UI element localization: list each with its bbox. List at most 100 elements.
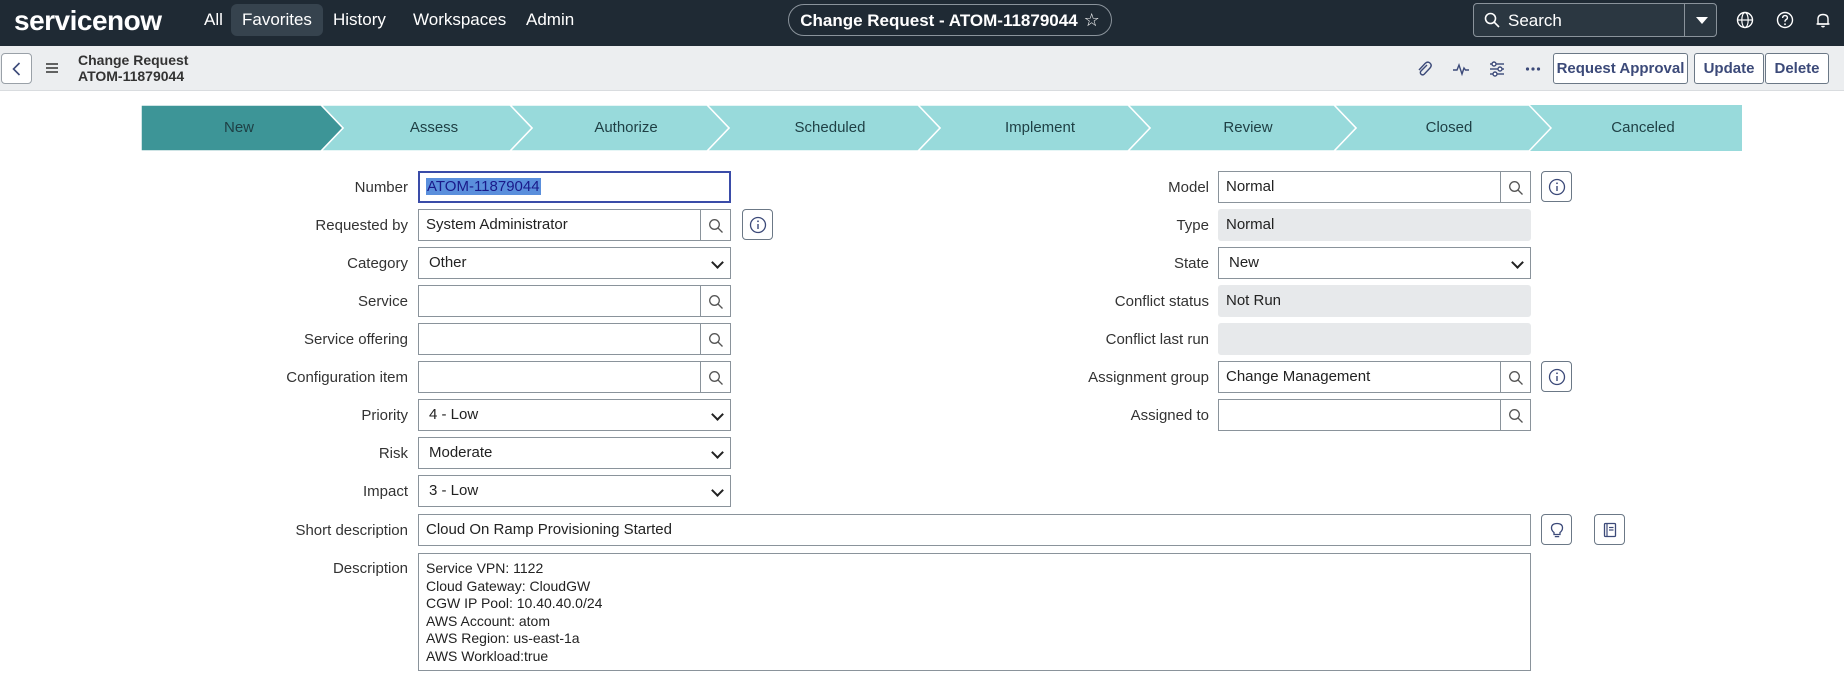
hamburger-menu-icon[interactable] <box>44 61 60 75</box>
search-icon <box>709 333 723 347</box>
configuration-item-field[interactable] <box>418 361 701 393</box>
model-lookup-button[interactable] <box>1500 171 1531 203</box>
assignment-group-lookup-button[interactable] <box>1500 361 1531 393</box>
description-line: Cloud Gateway: CloudGW <box>426 577 591 594</box>
more-icon[interactable] <box>1523 59 1543 79</box>
nav-admin[interactable]: Admin <box>515 4 585 36</box>
assignment-group-label: Assignment group <box>1088 369 1209 386</box>
impact-select[interactable]: 3 - Low <box>418 475 731 507</box>
configuration-item-lookup-button[interactable] <box>700 361 731 393</box>
process-flow: New Assess Authorize Scheduled Implement… <box>141 105 1742 151</box>
global-search[interactable]: Search <box>1473 3 1717 37</box>
nav-workspaces[interactable]: Workspaces <box>402 4 517 36</box>
stage-review[interactable]: Review <box>1145 105 1351 151</box>
form-header: Change Request ATOM-11879044 Request App… <box>0 46 1844 91</box>
search-icon <box>1509 371 1523 385</box>
requested-by-info-button[interactable] <box>742 209 773 240</box>
state-label: State <box>1173 255 1209 272</box>
requested-by-field[interactable]: System Administrator <box>418 209 701 241</box>
search-icon <box>1509 181 1523 195</box>
book-icon <box>1603 522 1617 538</box>
requested-by-label: Requested by <box>315 217 408 234</box>
assignment-group-info-button[interactable] <box>1541 361 1572 392</box>
description-line: Service VPN: 1122 <box>426 560 544 576</box>
search-input[interactable]: Search <box>1508 4 1562 38</box>
servicenow-logo[interactable]: servicenow <box>14 6 162 36</box>
type-field: Normal <box>1218 209 1531 241</box>
assigned-to-field[interactable] <box>1218 399 1501 431</box>
record-title-text: Change Request - ATOM-11879044 <box>800 11 1078 30</box>
conflict-last-run-field <box>1218 323 1531 355</box>
update-button[interactable]: Update <box>1694 53 1764 84</box>
description-label: Description <box>332 560 408 577</box>
description-line: AWS Region: us-east-1a <box>426 630 580 646</box>
globe-icon[interactable] <box>1735 10 1755 30</box>
nav-history[interactable]: History <box>322 4 397 36</box>
stage-canceled[interactable]: Canceled <box>1545 105 1741 151</box>
activity-icon[interactable] <box>1451 59 1471 79</box>
category-label: Category <box>347 255 408 272</box>
service-label: Service <box>357 293 408 310</box>
priority-label: Priority <box>361 407 408 424</box>
info-icon <box>1548 368 1566 386</box>
conflict-status-field: Not Run <box>1218 285 1531 317</box>
priority-select[interactable]: 4 - Low <box>418 399 731 431</box>
service-lookup-button[interactable] <box>700 285 731 317</box>
stage-implement[interactable]: Implement <box>934 105 1146 151</box>
request-approval-button[interactable]: Request Approval <box>1553 53 1688 84</box>
risk-select[interactable]: Moderate <box>418 437 731 469</box>
number-field[interactable]: ATOM-11879044 <box>418 171 731 203</box>
description-textarea[interactable]: Service VPN: 1122 Cloud Gateway: CloudGW… <box>418 553 1531 671</box>
model-info-button[interactable] <box>1541 171 1572 202</box>
conflict-last-run-label: Conflict last run <box>1105 331 1209 348</box>
search-icon <box>1509 409 1523 423</box>
bell-icon[interactable] <box>1813 10 1833 30</box>
search-icon <box>1484 12 1500 28</box>
info-icon <box>1548 178 1566 196</box>
settings-sliders-icon[interactable] <box>1487 59 1507 79</box>
description-line: AWS Account: atom <box>426 612 550 629</box>
description-line: CGW IP Pool: 10.40.40.0/24 <box>426 595 603 611</box>
search-icon <box>709 371 723 385</box>
nav-favorites[interactable]: Favorites <box>231 4 323 36</box>
model-field[interactable]: Normal <box>1218 171 1501 203</box>
short-description-field[interactable]: Cloud On Ramp Provisioning Started <box>418 514 1531 546</box>
category-select[interactable]: Other <box>418 247 731 279</box>
impact-label: Impact <box>362 483 408 500</box>
configuration-item-label: Configuration item <box>286 369 408 386</box>
header-record-type: Change Request <box>78 52 189 68</box>
back-button[interactable] <box>1 53 32 84</box>
assignment-group-field[interactable]: Change Management <box>1218 361 1501 393</box>
record-title-pill[interactable]: Change Request - ATOM-11879044 ☆ <box>788 4 1112 36</box>
service-offering-lookup-button[interactable] <box>700 323 731 355</box>
star-icon[interactable]: ☆ <box>1084 10 1100 30</box>
chevron-left-icon <box>12 62 21 76</box>
stage-authorize[interactable]: Authorize <box>527 105 725 151</box>
stage-assess[interactable]: Assess <box>339 105 529 151</box>
template-book-button[interactable] <box>1594 514 1625 545</box>
header-record-number: ATOM-11879044 <box>78 68 185 84</box>
stage-closed[interactable]: Closed <box>1351 105 1547 151</box>
search-icon <box>709 219 723 233</box>
state-select[interactable]: New <box>1218 247 1531 279</box>
lightbulb-icon <box>1550 522 1564 538</box>
assigned-to-label: Assigned to <box>1130 407 1209 424</box>
stage-new[interactable]: New <box>141 105 337 151</box>
search-scope-dropdown[interactable] <box>1684 4 1716 36</box>
top-navigation-bar: servicenow All Favorites History Workspa… <box>0 0 1844 46</box>
short-description-label: Short description <box>295 522 408 539</box>
assigned-to-lookup-button[interactable] <box>1500 399 1531 431</box>
search-icon <box>709 295 723 309</box>
delete-button[interactable]: Delete <box>1765 53 1829 84</box>
requested-by-lookup-button[interactable] <box>700 209 731 241</box>
service-field[interactable] <box>418 285 701 317</box>
help-icon[interactable] <box>1775 10 1795 30</box>
paperclip-icon[interactable] <box>1414 59 1434 79</box>
nav-all[interactable]: All <box>193 4 234 36</box>
stage-scheduled[interactable]: Scheduled <box>725 105 935 151</box>
number-label: Number <box>354 179 408 196</box>
number-value: ATOM-11879044 <box>426 178 541 195</box>
suggestion-button[interactable] <box>1541 514 1572 545</box>
service-offering-field[interactable] <box>418 323 701 355</box>
risk-label: Risk <box>378 445 408 462</box>
